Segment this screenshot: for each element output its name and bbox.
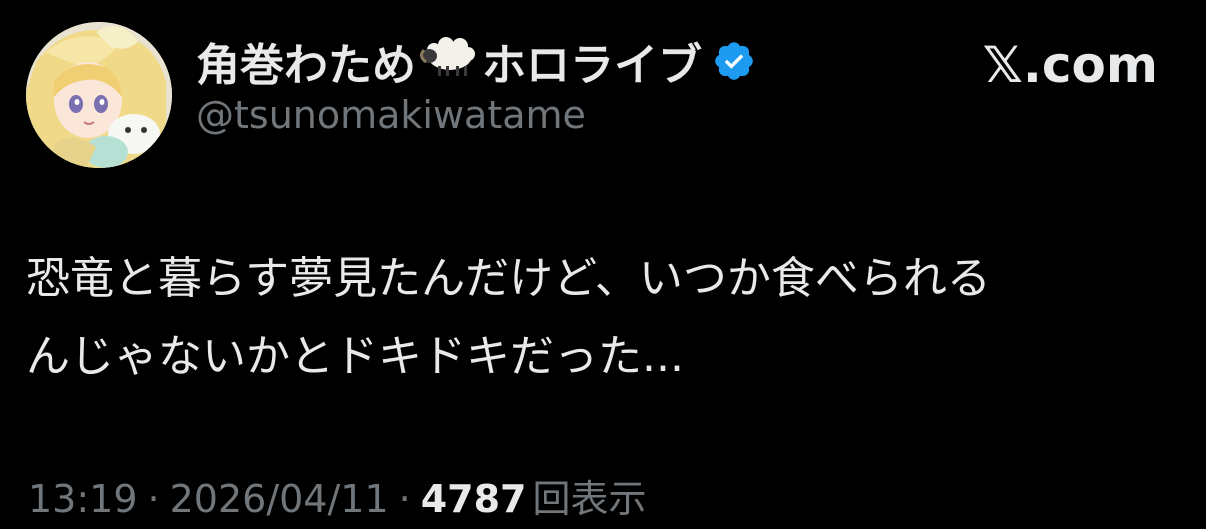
sheep-emoji-icon	[419, 34, 478, 89]
tweet-meta: 13:19 · 2026/04/11 · 4787 回表示	[28, 468, 647, 523]
avatar-illustration	[26, 22, 172, 168]
verified-badge-icon[interactable]	[712, 39, 756, 83]
views-count: 4787	[420, 477, 527, 521]
views-label: 回表示	[532, 477, 647, 521]
author-affiliation-text: ホロライブ	[482, 40, 702, 91]
tweet-text-line-1: 恐竜と暮らす夢見たんだけど、いつか食べられる	[26, 253, 991, 304]
x-com-logo: 𝕏.com	[982, 36, 1158, 94]
author-handle[interactable]: @tsunomakiwatame	[196, 93, 586, 137]
avatar[interactable]	[26, 22, 172, 168]
author-name-row[interactable]: 角巻わため ホロライブ	[196, 30, 756, 92]
tweet-text: 恐竜と暮らす夢見たんだけど、いつか食べられる んじゃないかとドキドキだった...	[26, 240, 1176, 396]
tweet-time[interactable]: 13:19	[28, 477, 138, 521]
tweet-date[interactable]: 2026/04/11	[170, 477, 389, 521]
author-display-name[interactable]: 角巻わため ホロライブ	[196, 29, 702, 93]
meta-separator: ·	[147, 477, 160, 521]
tweet-text-line-2: んじゃないかとドキドキだった...	[26, 331, 684, 382]
meta-separator-2: ·	[398, 477, 411, 521]
author-name-text: 角巻わため	[196, 40, 416, 91]
